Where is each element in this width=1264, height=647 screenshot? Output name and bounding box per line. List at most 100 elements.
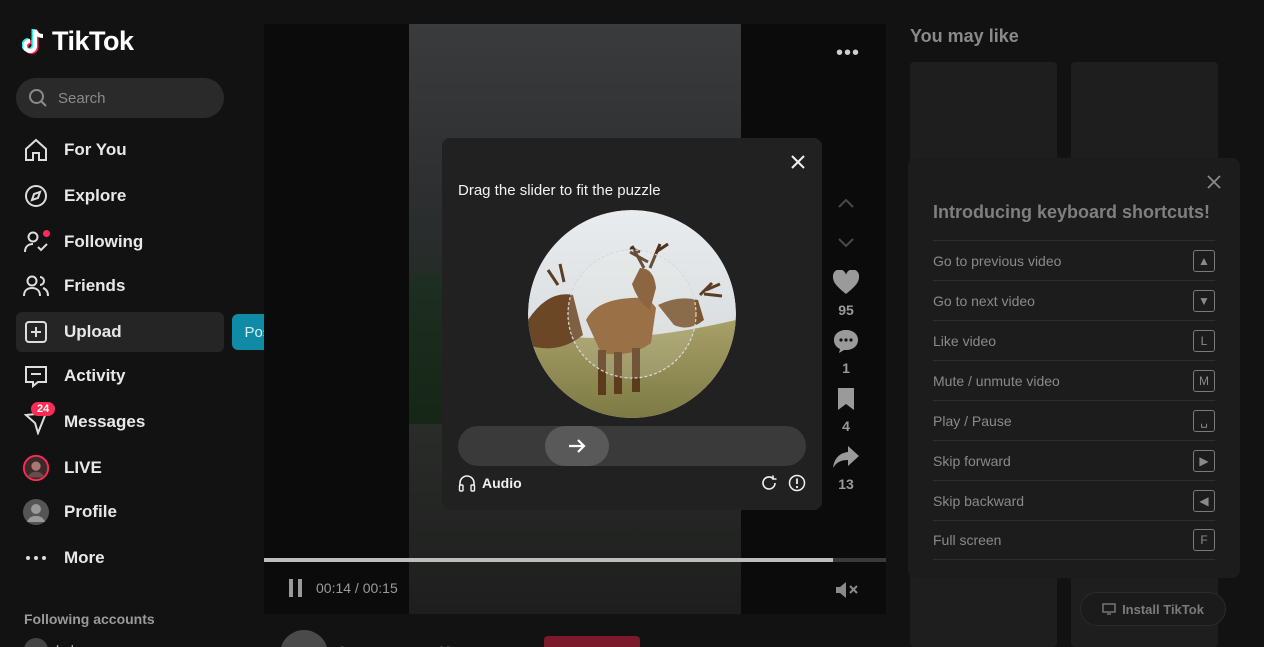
- shortcut-key: F: [1193, 529, 1215, 551]
- close-icon[interactable]: [790, 154, 806, 170]
- like-button[interactable]: 95: [832, 270, 860, 328]
- chevron-down-icon[interactable]: [836, 236, 856, 250]
- audio-label: Audio: [482, 475, 522, 491]
- shortcut-row: Skip backward ◀: [933, 480, 1215, 520]
- following-accounts-title: Following accounts: [24, 611, 155, 627]
- shortcut-label: Like video: [933, 332, 997, 349]
- desktop-icon: [1102, 603, 1116, 615]
- captcha-tools: [760, 474, 806, 492]
- author-row[interactable]: banyuwangifyp: [280, 630, 471, 647]
- avatar: [24, 638, 48, 647]
- tiktok-logo[interactable]: TikTok: [22, 26, 134, 57]
- like-count: 95: [838, 302, 854, 318]
- close-icon[interactable]: [1206, 174, 1222, 190]
- home-icon: [22, 136, 50, 164]
- messages-badge: 24: [31, 402, 56, 416]
- you-may-like-title: You may like: [910, 26, 1019, 46]
- video-controls: 00:14 / 00:15: [288, 578, 398, 598]
- search-box[interactable]: [16, 78, 224, 118]
- nav-following[interactable]: Following: [16, 222, 224, 262]
- captcha-modal: Drag the slider to fit the puzzle Audio: [442, 138, 822, 510]
- author-avatar[interactable]: [280, 630, 328, 647]
- upload-icon: [22, 318, 50, 346]
- shortcut-key: ▶: [1193, 449, 1215, 472]
- more-icon: [22, 544, 50, 572]
- nav-upload[interactable]: Upload: [16, 312, 224, 352]
- info-icon[interactable]: [788, 474, 806, 492]
- nav-label: Activity: [64, 366, 126, 385]
- shortcut-row: Skip forward ▶: [933, 440, 1215, 480]
- author-name[interactable]: banyuwangifyp: [340, 644, 471, 647]
- shortcut-row: Go to next video ▼: [933, 280, 1215, 320]
- nav-label: LIVE: [64, 458, 102, 477]
- share-button[interactable]: 13: [832, 444, 860, 502]
- shortcut-key: ␣: [1193, 409, 1215, 432]
- search-icon: [29, 89, 47, 107]
- follow-button[interactable]: [544, 636, 640, 647]
- live-icon: [22, 454, 50, 482]
- captcha-title: Drag the slider to fit the puzzle: [458, 182, 661, 199]
- puzzle-image: [528, 210, 736, 418]
- nav-for-you[interactable]: For You: [16, 130, 224, 170]
- captcha-footer: Audio: [458, 474, 806, 492]
- messages-icon: 24: [22, 402, 56, 436]
- comment-button[interactable]: 1: [832, 328, 860, 386]
- shortcut-key: ▼: [1193, 289, 1215, 312]
- nav-label: Friends: [64, 276, 126, 295]
- video-progress-bar[interactable]: [264, 558, 886, 562]
- friends-icon: [22, 272, 50, 300]
- shortcuts-title: Introducing keyboard shortcuts!: [933, 202, 1211, 222]
- shortcut-key: ▲: [1193, 249, 1215, 272]
- tiktok-app: TikTok For You Explore Following Friends…: [0, 0, 1264, 647]
- video-actions: 95 1 4 13: [826, 196, 866, 502]
- nav-more[interactable]: More: [16, 538, 224, 578]
- nav-explore[interactable]: Explore: [16, 176, 224, 216]
- activity-icon: [22, 362, 50, 390]
- shortcut-key: L: [1193, 329, 1215, 352]
- nav-label: Following: [64, 232, 144, 251]
- nav-label: Profile: [64, 502, 117, 521]
- share-icon: [833, 446, 859, 468]
- notification-dot: [43, 230, 50, 237]
- shortcut-label: Play / Pause: [933, 412, 1012, 429]
- shortcut-row: Like video L: [933, 320, 1215, 360]
- video-time: 00:14 / 00:15: [316, 580, 398, 596]
- chevron-up-icon[interactable]: [836, 196, 856, 210]
- headphones-icon: [458, 475, 476, 492]
- nav-activity[interactable]: Activity: [16, 356, 224, 396]
- bookmark-icon: [838, 388, 854, 410]
- shortcuts-list: Go to previous video ▲ Go to next video ▼ …: [933, 240, 1215, 560]
- nav-label: Messages: [64, 412, 146, 431]
- captcha-slider-handle[interactable]: [545, 426, 609, 466]
- shortcut-label: Skip forward: [933, 452, 1011, 469]
- shortcut-label: Skip backward: [933, 492, 1025, 509]
- tiktok-logo-icon: [22, 28, 44, 54]
- captcha-slider-track[interactable]: [458, 426, 806, 466]
- mute-icon[interactable]: [834, 580, 860, 600]
- install-tiktok-button[interactable]: Install TikTok: [1080, 592, 1226, 626]
- shortcut-key: M: [1193, 369, 1215, 392]
- arrow-right-icon: [569, 439, 586, 453]
- save-count: 4: [842, 418, 850, 434]
- share-count: 13: [838, 476, 854, 492]
- shortcut-row: Go to previous video ▲: [933, 240, 1215, 280]
- nav-friends[interactable]: Friends: [16, 266, 224, 306]
- sidebar: TikTok For You Explore Following Friends…: [0, 0, 327, 647]
- nav-messages[interactable]: 24 Messages: [16, 402, 224, 442]
- comment-count: 1: [842, 360, 850, 376]
- nav-live[interactable]: LIVE: [16, 448, 224, 488]
- nav-label: More: [64, 548, 105, 567]
- nav-label: Explore: [64, 186, 127, 205]
- profile-icon: [22, 498, 50, 526]
- shortcut-row: Play / Pause ␣: [933, 400, 1215, 440]
- following-icon: [22, 228, 50, 256]
- following-account-item[interactable]: koko: [24, 638, 86, 647]
- nav-profile[interactable]: Profile: [16, 492, 224, 532]
- more-options-icon[interactable]: •••: [836, 42, 860, 65]
- refresh-icon[interactable]: [760, 474, 778, 492]
- pause-icon[interactable]: [288, 578, 304, 598]
- search-input[interactable]: [58, 89, 208, 107]
- install-label: Install TikTok: [1122, 601, 1204, 617]
- audio-captcha-button[interactable]: Audio: [458, 474, 522, 492]
- save-button[interactable]: 4: [835, 386, 857, 444]
